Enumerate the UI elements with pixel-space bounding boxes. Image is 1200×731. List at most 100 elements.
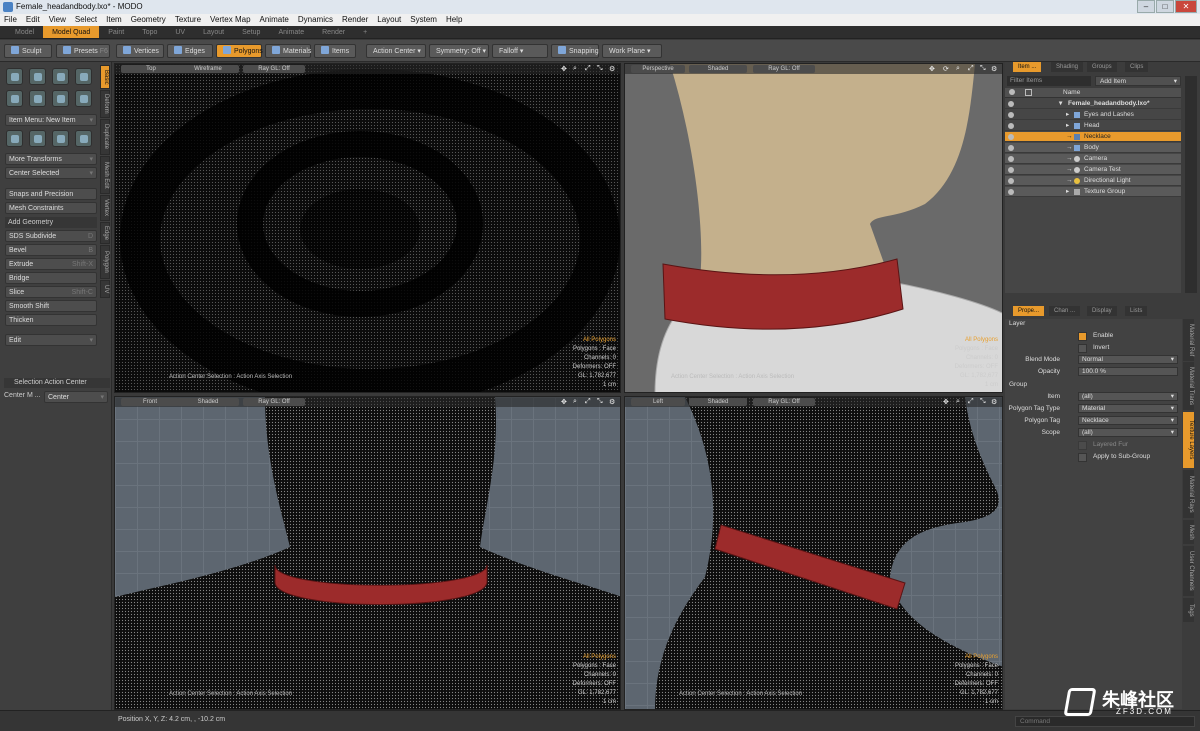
- center-mode-dropdown[interactable]: Center ▾: [44, 391, 108, 403]
- menu-dynamics[interactable]: Dynamics: [298, 14, 333, 26]
- bevel-button[interactable]: Bevel B: [5, 244, 97, 256]
- tree-item-head[interactable]: ▸ Head: [1005, 121, 1181, 131]
- fit-icon[interactable]: ⤢: [968, 65, 974, 73]
- action-center-dropdown[interactable]: Action Center ▾: [366, 44, 426, 58]
- menu-system[interactable]: System: [410, 14, 437, 26]
- tab-clips[interactable]: Clips: [1125, 62, 1149, 72]
- menu-animate[interactable]: Animate: [260, 14, 289, 26]
- tree-item-body[interactable]: → Body: [1005, 143, 1181, 153]
- viewport-settings-icon[interactable]: ⚙: [991, 398, 997, 406]
- menu-select[interactable]: Select: [75, 14, 97, 26]
- more-transforms-dropdown[interactable]: More Transforms ▾: [5, 153, 97, 165]
- vtab-uv[interactable]: UV: [100, 280, 110, 298]
- sds-subdivide-button[interactable]: SDS Subdivide D: [5, 230, 97, 242]
- eye-icon[interactable]: [1008, 178, 1014, 184]
- maximize-viewport-icon[interactable]: ⤡: [597, 398, 603, 406]
- tab-render[interactable]: Render: [313, 26, 354, 38]
- curve-tool-icon[interactable]: [52, 90, 69, 107]
- menu-layout[interactable]: Layout: [377, 14, 401, 26]
- maximize-button[interactable]: □: [1156, 0, 1174, 13]
- materials-mode-button[interactable]: Materials: [265, 44, 311, 58]
- menu-edit[interactable]: Edit: [26, 14, 40, 26]
- add-tab-button[interactable]: +: [354, 26, 376, 38]
- scope-dropdown[interactable]: (all) ▾: [1078, 428, 1178, 437]
- torus-tool-icon[interactable]: [6, 90, 23, 107]
- snapping-button[interactable]: Snapping: [551, 44, 599, 58]
- apply-sub-group-checkbox[interactable]: [1078, 453, 1087, 462]
- edges-mode-button[interactable]: Edges: [167, 44, 213, 58]
- pan-icon[interactable]: ✥: [943, 398, 949, 406]
- eye-icon[interactable]: [1008, 112, 1014, 118]
- shading-mode-button[interactable]: Shaded: [689, 65, 747, 73]
- tab-topo[interactable]: Topo: [133, 26, 166, 38]
- view-type-button[interactable]: Front: [121, 398, 179, 406]
- tab-properties[interactable]: Prope...: [1013, 306, 1045, 316]
- vtab-basic[interactable]: Basic: [100, 65, 110, 89]
- center-selected-dropdown[interactable]: Center Selected ▾: [5, 167, 97, 179]
- minimize-button[interactable]: –: [1137, 0, 1155, 13]
- bridge-button[interactable]: Bridge: [5, 272, 97, 284]
- pen-tool-icon[interactable]: [75, 90, 92, 107]
- tab-model[interactable]: Model: [6, 26, 43, 38]
- viewport-top[interactable]: Top Wireframe Ray GL: Off ✥ ⌕ ⤢ ⤡ ⚙ All …: [114, 63, 621, 393]
- expand-arrow-icon[interactable]: →: [1066, 132, 1073, 142]
- cylinder-tool-icon[interactable]: [52, 68, 69, 85]
- maximize-viewport-icon[interactable]: ⤡: [597, 65, 603, 73]
- polygon-tag-type-dropdown[interactable]: Material ▾: [1078, 404, 1178, 413]
- tab-paint[interactable]: Paint: [99, 26, 133, 38]
- vtab-mesh-edit[interactable]: Mesh Edit: [100, 156, 110, 194]
- tree-item-texture-group[interactable]: ▸ Texture Group: [1005, 187, 1181, 197]
- polygons-mode-button[interactable]: Polygons: [216, 44, 263, 58]
- menu-file[interactable]: File: [4, 14, 17, 26]
- tree-item-camera[interactable]: → Camera: [1005, 154, 1181, 164]
- close-button[interactable]: ✕: [1175, 0, 1197, 13]
- viewport-settings-icon[interactable]: ⚙: [991, 65, 997, 73]
- vtab-texture-layers[interactable]: Texture Layers: [1183, 412, 1194, 468]
- menu-texture[interactable]: Texture: [175, 14, 201, 26]
- tree-item-eyes-lashes[interactable]: ▸ Eyes and Lashes: [1005, 110, 1181, 120]
- cube-tool-icon[interactable]: [6, 68, 23, 85]
- expand-arrow-icon[interactable]: →: [1066, 176, 1073, 186]
- menu-geometry[interactable]: Geometry: [131, 14, 166, 26]
- vtab-user-channels[interactable]: User Channels: [1183, 546, 1194, 596]
- tab-lists[interactable]: Lists: [1125, 306, 1148, 316]
- ray-gl-button[interactable]: Ray GL: Off: [243, 65, 305, 73]
- extrude-button[interactable]: Extrude Shift-X: [5, 258, 97, 270]
- shading-mode-button[interactable]: Wireframe: [177, 65, 239, 73]
- edit-dropdown[interactable]: Edit ▾: [5, 334, 97, 346]
- eye-icon[interactable]: [1008, 156, 1014, 162]
- snaps-precision-button[interactable]: Snaps and Precision: [5, 188, 97, 200]
- ray-gl-button[interactable]: Ray GL: Off: [753, 65, 815, 73]
- ray-gl-button[interactable]: Ray GL: Off: [243, 398, 305, 406]
- tab-model-quad[interactable]: Model Quad: [43, 26, 100, 38]
- symmetry-dropdown[interactable]: Symmetry: Off ▾: [429, 44, 489, 58]
- menu-view[interactable]: View: [49, 14, 66, 26]
- viewport-left[interactable]: Left Shaded Ray GL: Off ✥ ⌕ ⤢ ⤡ ⚙ All Po…: [624, 396, 1003, 710]
- vtab-deform[interactable]: Deform: [100, 90, 110, 118]
- cone-tool-icon[interactable]: [75, 68, 92, 85]
- layered-fur-checkbox[interactable]: [1078, 441, 1087, 450]
- smooth-shift-button[interactable]: Smooth Shift: [5, 300, 97, 312]
- viewport-perspective[interactable]: Perspective Shaded Ray GL: Off ✥ ⟳ ⌕ ⤢ ⤡…: [624, 63, 1003, 393]
- viewport-front[interactable]: Front Shaded Ray GL: Off ✥ ⌕ ⤢ ⤡ ⚙ All P…: [114, 396, 621, 710]
- expand-arrow-icon[interactable]: →: [1066, 165, 1073, 175]
- polygon-tag-dropdown[interactable]: Necklace ▾: [1078, 416, 1178, 425]
- move-tool-icon[interactable]: [6, 130, 23, 147]
- tree-item-camera-test[interactable]: → Camera Test: [1005, 165, 1181, 175]
- viewport-settings-icon[interactable]: ⚙: [609, 398, 615, 406]
- blend-mode-dropdown[interactable]: Normal ▾: [1078, 355, 1178, 364]
- tab-groups[interactable]: Groups: [1087, 62, 1117, 72]
- expand-arrow-icon[interactable]: →: [1066, 143, 1073, 153]
- eye-icon[interactable]: [1008, 189, 1014, 195]
- pan-icon[interactable]: ✥: [561, 398, 567, 406]
- rotate-view-icon[interactable]: ⟳: [943, 65, 949, 73]
- tab-layout[interactable]: Layout: [194, 26, 233, 38]
- zoom-icon[interactable]: ⌕: [573, 65, 577, 73]
- mesh-constraints-button[interactable]: Mesh Constraints: [5, 202, 97, 214]
- sphere-tool-icon[interactable]: [29, 68, 46, 85]
- view-type-button[interactable]: Perspective: [631, 65, 685, 73]
- tab-item-list[interactable]: Item ...: [1013, 62, 1042, 72]
- vtab-duplicate[interactable]: Duplicate: [100, 119, 110, 155]
- menu-vertex-map[interactable]: Vertex Map: [210, 14, 250, 26]
- expand-arrow-icon[interactable]: ▸: [1066, 110, 1069, 120]
